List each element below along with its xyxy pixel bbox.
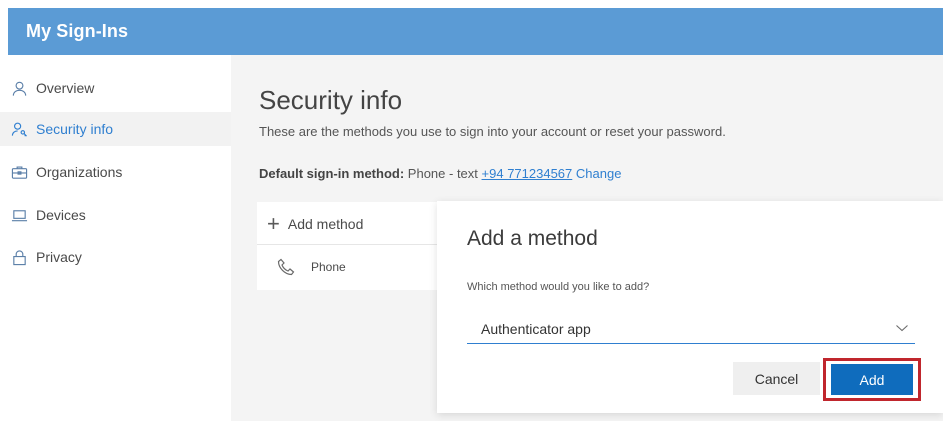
person-key-icon — [10, 120, 28, 138]
page-title: Security info — [259, 85, 403, 115]
add-button-highlight: Add — [823, 358, 921, 401]
method-name: Phone — [311, 260, 346, 274]
page-description: These are the methods you use to sign in… — [259, 124, 726, 139]
change-link[interactable]: Change — [576, 166, 622, 181]
default-method-label: Default sign-in method: — [259, 166, 405, 181]
top-bar: My Sign-Ins — [8, 8, 943, 55]
sidebar-item-security-info[interactable]: Security info — [0, 112, 231, 146]
person-icon — [10, 79, 28, 97]
sidebar: Overview Security info Organizations Dev… — [0, 55, 231, 421]
methods-card: + Add method Phone — [257, 202, 447, 290]
add-method-label: Add method — [287, 216, 364, 232]
sidebar-item-label: Security info — [36, 121, 114, 137]
sidebar-item-privacy[interactable]: Privacy — [0, 240, 231, 274]
plus-icon: + — [267, 211, 280, 236]
sidebar-item-label: Overview — [36, 80, 95, 96]
sidebar-item-devices[interactable]: Devices — [0, 198, 231, 232]
laptop-icon — [10, 206, 28, 224]
phone-icon — [275, 256, 297, 278]
method-dropdown-value: Authenticator app — [481, 321, 591, 337]
chevron-down-icon — [895, 321, 909, 335]
sidebar-item-label: Organizations — [36, 164, 123, 180]
cancel-button[interactable]: Cancel — [733, 362, 820, 395]
dialog-title: Add a method — [467, 227, 598, 250]
lock-icon — [10, 248, 28, 266]
default-method-value: Phone - text — [407, 166, 478, 181]
sidebar-item-organizations[interactable]: Organizations — [0, 155, 231, 189]
dialog-question: Which method would you like to add? — [467, 281, 650, 293]
briefcase-icon — [10, 163, 28, 181]
sidebar-item-label: Devices — [36, 207, 86, 223]
add-method-button[interactable]: + Add method — [267, 212, 363, 236]
app-title[interactable]: My Sign-Ins — [26, 21, 128, 42]
method-dropdown[interactable]: Authenticator app — [467, 315, 915, 344]
sidebar-item-label: Privacy — [36, 249, 82, 265]
sidebar-item-overview[interactable]: Overview — [0, 71, 231, 105]
default-method-phone: +94 771234567 — [481, 166, 573, 181]
method-row-phone[interactable]: Phone — [257, 244, 447, 289]
add-button[interactable]: Add — [831, 364, 913, 395]
default-sign-in-method: Default sign-in method: Phone - text +94… — [259, 166, 621, 181]
add-method-dialog: Add a method Which method would you like… — [437, 201, 943, 413]
